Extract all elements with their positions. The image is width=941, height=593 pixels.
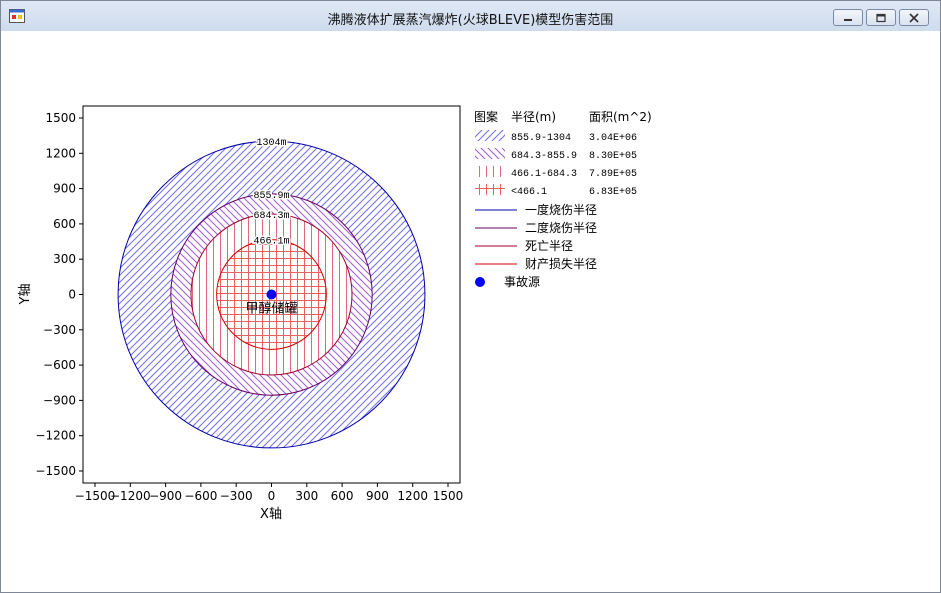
legend-range-4: <466.1 (511, 187, 547, 198)
legend-range-2: 684.3-855.9 (511, 151, 577, 162)
y-tick-label: −1200 (35, 429, 76, 443)
y-tick-label: 0 (68, 288, 76, 302)
y-tick-label: −600 (43, 358, 76, 372)
y-tick-label: −1500 (35, 464, 76, 478)
legend-swatch-4 (475, 184, 505, 195)
y-axis: 1500 1200 900 600 300 0 −300 −600 −900 −1200 −1500 (35, 111, 83, 478)
close-button[interactable] (899, 9, 929, 26)
x-tick-label: −300 (220, 489, 253, 503)
radius-label-4: 466.1m (253, 237, 289, 248)
y-tick-label: 1200 (45, 146, 76, 160)
legend-header-area: 面积(m^2) (589, 110, 652, 124)
y-tick-label: −300 (43, 323, 76, 337)
y-tick-label: 1500 (45, 111, 76, 125)
x-tick-label: 1200 (397, 489, 428, 503)
legend-header-pattern: 图案 (474, 109, 498, 124)
legend-swatch-3 (475, 166, 505, 177)
x-tick-label: −1200 (110, 489, 151, 503)
title-bar[interactable]: 沸腾液体扩展蒸汽爆炸(火球BLEVE)模型伤害范围 (1, 1, 940, 31)
legend-swatch-2 (475, 148, 505, 159)
accident-source-label: 甲醇储罐 (245, 301, 297, 317)
damage-range-chart: 1304m855.9m684.3m466.1m −1500−1200−900 −6… (18, 105, 652, 522)
accident-source-marker (266, 289, 277, 300)
y-tick-label: −900 (43, 393, 76, 407)
radius-label-1: 1304m (256, 138, 286, 149)
x-tick-label: −900 (149, 489, 182, 503)
maximize-icon (876, 13, 886, 23)
minimize-button[interactable] (833, 9, 863, 26)
y-axis-title: Y轴 (18, 284, 33, 306)
maximize-button[interactable] (866, 9, 896, 26)
x-axis-title: X轴 (260, 507, 282, 522)
radius-label-2: 855.9m (253, 191, 289, 202)
y-tick-label: 900 (53, 182, 76, 196)
minimize-icon (844, 19, 852, 21)
legend-line-label-1: 一度烧伤半径 (525, 202, 597, 217)
y-tick-label: 300 (53, 252, 76, 266)
legend-area-3: 7.89E+05 (589, 169, 637, 180)
legend-line-label-4: 财产损失半径 (525, 256, 597, 271)
legend-range-1: 855.9-1304 (511, 133, 571, 144)
legend-area-1: 3.04E+06 (589, 133, 637, 144)
close-icon (909, 13, 919, 23)
x-tick-label: −600 (184, 489, 217, 503)
y-tick-label: 600 (53, 217, 76, 231)
x-tick-label: 600 (331, 489, 354, 503)
legend-source-label: 事故源 (504, 274, 540, 289)
legend: 图案 半径(m) 面积(m^2) 855.9-1304 3.04E+06 684… (474, 109, 652, 289)
legend-swatch-1 (475, 130, 505, 141)
x-tick-label: 300 (295, 489, 318, 503)
window-title: 沸腾液体扩展蒸汽爆炸(火球BLEVE)模型伤害范围 (327, 13, 614, 28)
legend-area-2: 8.30E+05 (589, 151, 637, 162)
legend-source-marker (475, 277, 485, 287)
x-tick-label: 900 (366, 489, 389, 503)
radius-label-3: 684.3m (253, 211, 289, 222)
legend-area-4: 6.83E+05 (589, 187, 637, 198)
legend-range-3: 466.1-684.3 (511, 169, 577, 180)
x-tick-label: 0 (268, 489, 276, 503)
x-axis: −1500−1200−900 −600 −300 0 300 600 900 1200 1500 (75, 483, 464, 503)
x-tick-label: 1500 (433, 489, 464, 503)
legend-header-radius: 半径(m) (511, 110, 556, 124)
app-window: 沸腾液体扩展蒸汽爆炸(火球BLEVE)模型伤害范围 1304m 855.9m 6… (0, 0, 941, 593)
legend-line-label-2: 二度烧伤半径 (525, 220, 597, 235)
chart-panel: 1304m 855.9m 684.3m 466.1m −1500 −1200 −900 −6… (7, 31, 934, 586)
legend-line-label-3: 死亡半径 (525, 239, 573, 253)
